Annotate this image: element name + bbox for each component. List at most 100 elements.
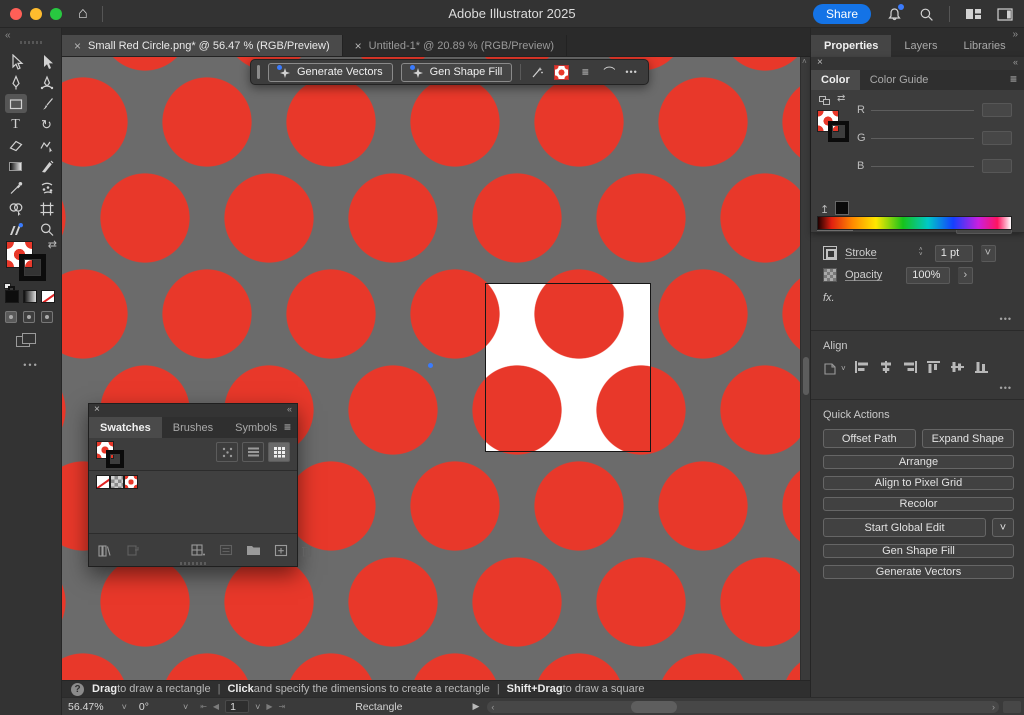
type-tool[interactable]: T [5,115,27,134]
panel-menu-icon[interactable]: ≡ [284,420,291,434]
align-to-selection-icon[interactable]: ˅ [823,361,846,376]
opacity-expand-icon[interactable]: › [958,267,973,284]
status-expand-icon[interactable]: ▶ [472,701,479,712]
tab-properties[interactable]: Properties [811,35,891,57]
align-bottom-icon[interactable] [974,360,990,377]
blue-value-field[interactable] [982,159,1012,173]
shaper-tool[interactable] [36,136,58,155]
artboard-number-field[interactable]: 1 [225,700,249,713]
symbol-sprayer-tool[interactable] [36,178,58,197]
zoom-level-dropdown[interactable]: 56.47% ˅ [62,698,133,715]
align-right-icon[interactable] [902,360,918,377]
start-global-edit-button[interactable]: Start Global Edit [823,518,986,537]
close-tab-icon[interactable]: × [355,39,362,53]
stroke-weight-field[interactable]: 1 pt [935,245,973,262]
edit-toolbar-icon[interactable]: ••• [0,360,62,370]
none-swatch[interactable] [96,475,110,489]
stroke-swatch[interactable] [828,121,849,142]
align-more-icon[interactable]: ••• [1000,383,1012,393]
close-window-button[interactable] [10,8,22,20]
vectorize-wand-icon[interactable] [529,64,545,80]
green-value-field[interactable] [982,131,1012,145]
pattern-group-swatch[interactable] [110,475,124,489]
document-tab-inactive[interactable]: × Untitled-1* @ 20.89 % (RGB/Preview) [343,35,567,56]
green-slider[interactable] [871,138,974,139]
apply-color-icon[interactable]: ↥ [820,203,829,216]
intertwine-tool[interactable] [5,220,27,239]
appearance-more-icon[interactable]: ••• [1000,314,1012,324]
close-panel-icon[interactable]: × [94,404,100,415]
stroke-weight-dropdown-icon[interactable]: ˅ [981,245,996,262]
next-artboard-icon[interactable]: ▶ [266,702,272,711]
paintbrush-tool[interactable] [36,94,58,113]
last-color-swatch[interactable] [835,201,849,215]
help-icon[interactable]: ? [71,683,84,696]
screen-mode-button[interactable] [16,333,38,349]
show-swatch-kinds-icon[interactable] [191,544,206,557]
tab-color[interactable]: Color [811,70,860,90]
gen-shape-fill-button[interactable]: Gen Shape Fill [823,544,1014,558]
shape-builder-tool[interactable] [5,199,27,218]
zoom-window-button[interactable] [50,8,62,20]
home-icon[interactable]: ⌂ [78,6,88,22]
align-to-pixel-grid-button[interactable]: Align to Pixel Grid [823,476,1014,490]
panels-toggle-icon[interactable] [996,5,1014,23]
arc-icon[interactable]: ⌒ [601,64,617,80]
align-vertical-center-icon[interactable] [950,360,966,377]
global-edit-options-icon[interactable]: ˅ [992,518,1014,537]
gradient-tool[interactable] [5,157,27,176]
first-artboard-icon[interactable]: ⇤ [200,702,207,711]
blue-slider[interactable] [871,166,974,167]
swatch-libraries-icon[interactable] [98,544,113,557]
vertical-scroll-thumb[interactable] [803,357,809,395]
align-left-icon[interactable] [854,360,870,377]
anchor-point[interactable] [428,363,433,368]
curvature-tool[interactable] [36,73,58,92]
eyedropper-tool[interactable] [5,178,27,197]
document-tab-active[interactable]: × Small Red Circle.png* @ 56.47 % (RGB/P… [62,35,343,56]
effects-fx-label[interactable]: fx. [823,292,1014,304]
horizontal-scrollbar[interactable]: ‹ › [487,701,999,713]
new-swatch-icon[interactable] [274,544,288,557]
red-dot-pattern-swatch[interactable] [124,475,138,489]
recolor-button[interactable]: Recolor [823,497,1014,511]
stroke-swatch[interactable] [19,254,46,281]
draw-behind-button[interactable] [23,311,35,323]
share-button[interactable]: Share [813,4,871,24]
last-artboard-icon[interactable]: ⇥ [278,702,285,711]
knife-tool[interactable] [36,157,58,176]
draw-inside-button[interactable] [41,311,53,323]
color-mode-button[interactable] [5,290,19,303]
align-top-icon[interactable] [926,360,942,377]
scroll-up-icon[interactable]: ˄ [802,57,807,66]
stroke-label[interactable]: Stroke [845,247,877,259]
eraser-tool[interactable] [5,136,27,155]
collapse-panel-icon[interactable]: « [1013,57,1018,67]
current-tool-label[interactable]: Rectangle [355,701,402,713]
previous-artboard-icon[interactable]: ◀ [213,702,219,711]
artboard-dropdown-icon[interactable]: ˅ [255,702,260,712]
vertical-scrollbar[interactable]: ˄ [800,57,810,680]
expand-shape-button[interactable]: Expand Shape [922,429,1015,448]
red-slider[interactable] [871,110,974,111]
close-tab-icon[interactable]: × [74,39,81,53]
red-value-field[interactable] [982,103,1012,117]
image-thumbnail[interactable] [553,64,569,80]
panel-menu-icon[interactable]: ≡ [1010,72,1017,86]
tab-libraries[interactable]: Libraries [950,35,1018,57]
gen-shape-fill-button[interactable]: Gen Shape Fill [401,63,513,82]
search-icon[interactable] [917,5,935,23]
artboard-tool[interactable] [36,199,58,218]
tab-symbols[interactable]: Symbols [224,417,288,438]
scroll-right-icon[interactable]: › [992,701,995,713]
align-horizontal-center-icon[interactable] [878,360,894,377]
none-mode-button[interactable] [41,290,55,303]
swap-fill-stroke-icon[interactable]: ⇄ [837,93,845,104]
horizontal-scroll-thumb[interactable] [631,701,677,713]
red-dot-pattern-layer[interactable] [62,57,800,680]
opacity-field[interactable]: 100% [906,267,950,284]
collapse-toolbar-icon[interactable]: « [5,30,11,41]
arrange-button[interactable]: Arrange [823,455,1014,469]
direct-selection-tool[interactable] [36,52,58,71]
canvas[interactable]: Generate Vectors Gen Shape Fill ≡ ⌒ ••• … [62,57,800,680]
